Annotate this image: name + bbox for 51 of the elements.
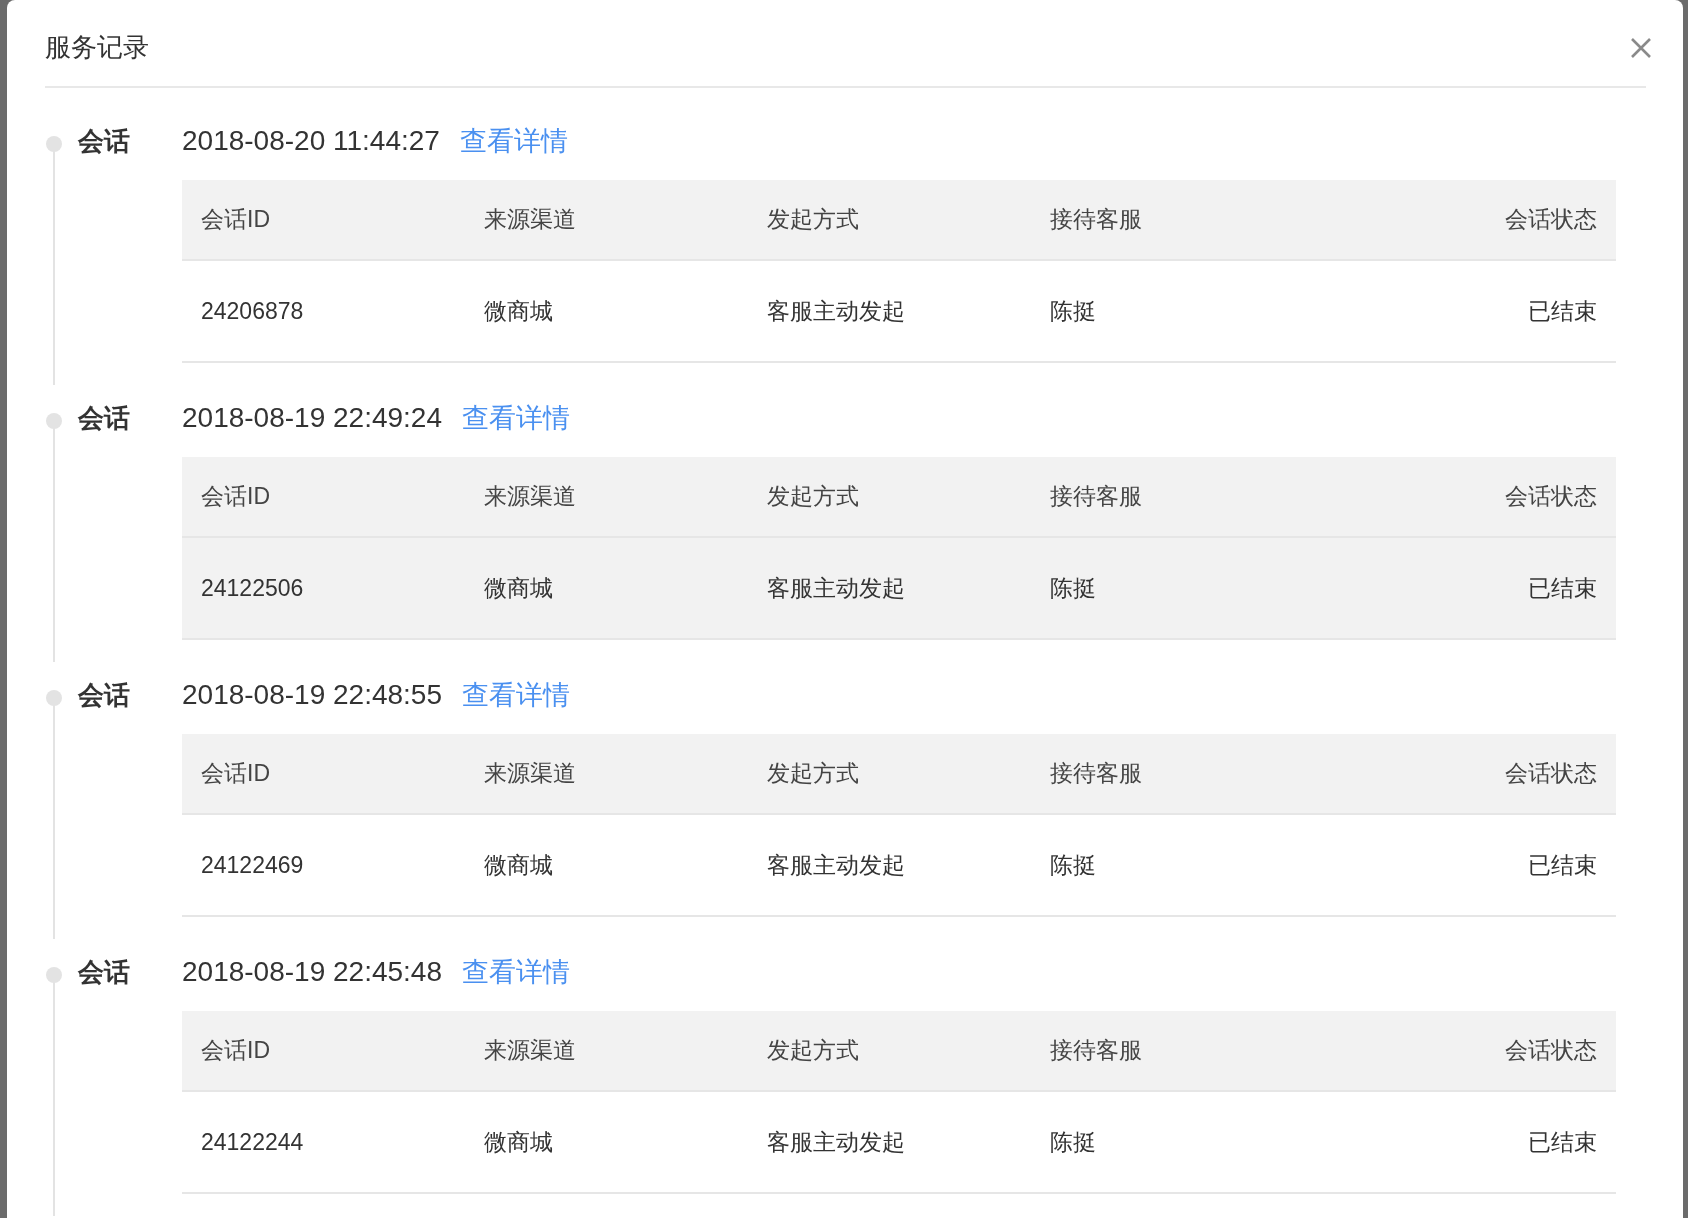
table-cell-text: 微商城 [484, 850, 553, 880]
column-header: 会话ID [201, 759, 270, 789]
column-header: 来源渠道 [484, 205, 576, 235]
table-cell-text: 24122506 [201, 573, 304, 603]
column-header: 会话ID [201, 482, 270, 512]
table-cell-text: 客服主动发起 [767, 296, 905, 326]
table-cell-text: 微商城 [484, 573, 553, 603]
column-header: 发起方式 [767, 759, 859, 789]
column-header: 会话ID [201, 1036, 270, 1066]
column-header: 会话状态 [1505, 205, 1597, 235]
table-cell-text: 客服主动发起 [767, 573, 905, 603]
table-cell-text: 已结束 [1528, 296, 1597, 326]
table-cell-text: 陈挺 [1050, 1127, 1096, 1157]
table-cell-text: 已结束 [1528, 1127, 1597, 1157]
column-header: 来源渠道 [484, 1036, 576, 1066]
table-cell-text: 陈挺 [1050, 850, 1096, 880]
table-cell-text: 客服主动发起 [767, 1127, 905, 1157]
column-header: 会话状态 [1505, 482, 1597, 512]
table-cell-text: 24122469 [201, 850, 304, 880]
column-header: 来源渠道 [484, 482, 576, 512]
table-cell-text: 微商城 [484, 296, 553, 326]
session-time: 2018-08-19 22:45:48 [182, 955, 442, 989]
session-time: 2018-08-19 22:48:55 [182, 678, 442, 712]
column-header: 发起方式 [767, 1036, 859, 1066]
table-cell-text: 陈挺 [1050, 573, 1096, 603]
dialog-title: 服务记录 [45, 30, 149, 64]
session-time: 2018-08-19 22:49:24 [182, 401, 442, 435]
column-header: 接待客服 [1050, 759, 1142, 789]
column-header: 接待客服 [1050, 482, 1142, 512]
table-cell-text: 已结束 [1528, 573, 1597, 603]
column-header: 会话状态 [1505, 759, 1597, 789]
table-cell-text: 微商城 [484, 1127, 553, 1157]
column-header: 会话ID [201, 205, 270, 235]
session-label: 会话 [77, 955, 131, 989]
column-header: 发起方式 [767, 205, 859, 235]
table-cell-text: 客服主动发起 [767, 850, 905, 880]
column-header: 发起方式 [767, 482, 859, 512]
session-label: 会话 [77, 678, 131, 712]
table-cell-text: 24206878 [201, 296, 304, 326]
session-time: 2018-08-20 11:44:27 [182, 124, 440, 158]
column-header: 接待客服 [1050, 205, 1142, 235]
session-label: 会话 [77, 124, 131, 158]
column-header: 会话状态 [1505, 1036, 1597, 1066]
column-header: 来源渠道 [484, 759, 576, 789]
table-cell-text: 24122244 [201, 1127, 304, 1157]
column-header: 接待客服 [1050, 1036, 1142, 1066]
table-cell-text: 已结束 [1528, 850, 1597, 880]
session-label: 会话 [77, 401, 131, 435]
table-cell-text: 陈挺 [1050, 296, 1096, 326]
close-icon [1630, 37, 1652, 59]
table-row[interactable]: 24122506 微商城 客服主动发起 陈挺 已结束 [182, 538, 1616, 638]
